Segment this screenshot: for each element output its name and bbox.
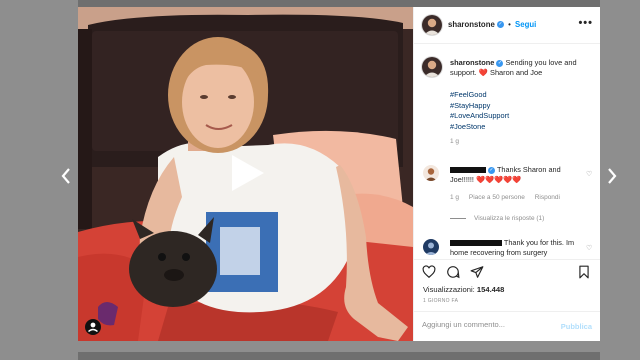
prev-post-button[interactable] bbox=[56, 164, 76, 188]
share-icon bbox=[470, 266, 484, 278]
view-replies-label: Visualizza le risposte (1) bbox=[474, 215, 545, 222]
verified-badge-icon: ✓ bbox=[496, 21, 504, 29]
comment-item: Thank you for this. Im home recovering f… bbox=[450, 238, 584, 258]
play-icon bbox=[232, 155, 264, 191]
hashtag-link[interactable]: #JoeStone bbox=[450, 122, 509, 133]
post-video[interactable] bbox=[78, 7, 413, 341]
play-button[interactable] bbox=[226, 153, 266, 193]
like-button[interactable] bbox=[422, 265, 436, 279]
redacted-username bbox=[450, 240, 502, 247]
heart-outline-icon: ♡ bbox=[586, 245, 593, 252]
heart-outline-icon: ♡ bbox=[586, 171, 593, 178]
post-caption: sharonstone ✓ Sending you love and suppo… bbox=[450, 58, 596, 78]
caption-username[interactable]: sharonstone bbox=[450, 58, 494, 67]
profile-photo-icon bbox=[422, 57, 442, 77]
hashtag-link[interactable]: #StayHappy bbox=[450, 101, 509, 112]
commenter-avatar[interactable] bbox=[423, 239, 439, 255]
avatar[interactable] bbox=[422, 15, 442, 35]
verified-badge-icon: ✓ bbox=[488, 166, 496, 174]
comment-meta: 1 g Piace a 50 persone Rispondi bbox=[450, 194, 568, 201]
tagged-users-button[interactable] bbox=[85, 319, 101, 335]
comment-likes-link[interactable]: Piace a 50 persone bbox=[469, 194, 525, 201]
more-icon: ••• bbox=[578, 17, 593, 29]
commenter-avatar[interactable] bbox=[423, 165, 439, 181]
bookmark-icon bbox=[579, 265, 589, 279]
separator-dot: • bbox=[508, 20, 511, 29]
action-bar: Visualizzazioni: 154.448 1 GIORNO FA bbox=[414, 259, 600, 304]
views-number: 154.448 bbox=[476, 285, 505, 294]
next-post-button[interactable] bbox=[602, 164, 622, 188]
profile-photo-icon bbox=[423, 239, 439, 255]
post-header: sharonstone ✓ • Segui ••• bbox=[414, 7, 600, 44]
comment-like-button[interactable]: ♡ bbox=[586, 170, 592, 178]
post-time: 1 g bbox=[450, 138, 460, 145]
hashtag-link[interactable]: #FeelGood bbox=[450, 90, 509, 101]
comments-area[interactable]: sharonstone ✓ Sending you love and suppo… bbox=[414, 44, 600, 259]
post-modal: sharonstone ✓ • Segui ••• sharonstone ✓ bbox=[78, 7, 600, 341]
chevron-left-icon bbox=[61, 168, 70, 184]
comment-button[interactable] bbox=[446, 265, 460, 279]
comment-item: ✓ Thanks Sharon and Joe!!!!!! ❤️❤️❤️❤️❤️ bbox=[450, 165, 584, 185]
background-thumbnails-bottom bbox=[78, 352, 600, 360]
user-tag-icon bbox=[88, 322, 98, 333]
share-button[interactable] bbox=[470, 265, 484, 279]
post-sidebar: sharonstone ✓ • Segui ••• sharonstone ✓ bbox=[413, 7, 600, 341]
comment-icon bbox=[447, 266, 460, 279]
comment-input[interactable] bbox=[422, 320, 550, 329]
view-count[interactable]: Visualizzazioni: 154.448 bbox=[423, 285, 504, 294]
views-label: Visualizzazioni: bbox=[423, 285, 475, 294]
save-button[interactable] bbox=[577, 265, 591, 279]
hashtag-link[interactable]: #LoveAndSupport bbox=[450, 111, 509, 122]
hashtag-list: #FeelGood #StayHappy #LoveAndSupport #Jo… bbox=[450, 90, 509, 132]
follow-button[interactable]: Segui bbox=[515, 20, 536, 29]
heart-icon bbox=[422, 265, 436, 279]
caption-avatar[interactable] bbox=[422, 57, 442, 77]
profile-photo-icon bbox=[422, 15, 442, 35]
add-comment-bar: Pubblica bbox=[414, 311, 600, 341]
reply-button[interactable]: Rispondi bbox=[535, 194, 560, 201]
profile-photo-icon bbox=[423, 165, 439, 181]
divider-line bbox=[450, 217, 466, 219]
header-user-line: sharonstone ✓ • Segui bbox=[448, 20, 536, 29]
more-options-button[interactable]: ••• bbox=[578, 17, 593, 29]
comment-like-button[interactable]: ♡ bbox=[586, 244, 592, 252]
post-date: 1 GIORNO FA bbox=[423, 298, 459, 304]
comment-time: 1 g bbox=[450, 194, 460, 201]
verified-badge-icon: ✓ bbox=[496, 59, 504, 67]
publish-button[interactable]: Pubblica bbox=[561, 322, 592, 331]
view-replies-button[interactable]: Visualizza le risposte (1) bbox=[450, 215, 544, 222]
header-username[interactable]: sharonstone bbox=[448, 20, 495, 29]
redacted-username bbox=[450, 167, 486, 174]
chevron-right-icon bbox=[608, 168, 617, 184]
